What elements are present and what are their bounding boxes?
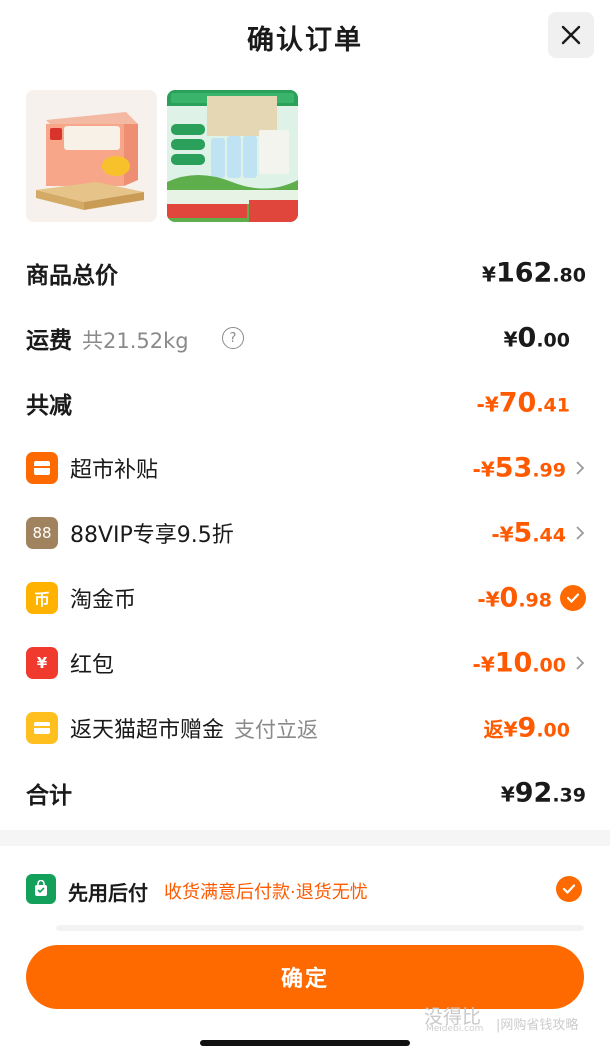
total-amount: ¥92.39 (500, 777, 586, 809)
goods-total-label: 商品总价 (26, 263, 118, 289)
shipping-weight: 共21.52kg (82, 329, 189, 353)
product-thumbnail[interactable] (167, 90, 298, 222)
red-packet-icon: ¥ (26, 647, 58, 679)
shopping-bag-check-icon (26, 874, 56, 904)
pay-later-title: 先用后付 (68, 881, 148, 905)
section-divider (0, 830, 610, 846)
discount-amount: -¥53.99 (472, 452, 566, 484)
close-icon (561, 25, 581, 45)
shipping-label: 运费 共21.52kg (26, 328, 189, 354)
discount-row-red-packet[interactable]: ¥ 红包 -¥10.00 (26, 638, 586, 688)
pay-later-row[interactable]: 先用后付 收货满意后付款·退货无忧 (26, 868, 586, 910)
total-row: 合计 ¥92.39 (26, 768, 586, 818)
shipping-amount: ¥0.00 (503, 322, 570, 354)
vip-88-icon: 88 (26, 517, 58, 549)
checkbox-checked-icon[interactable] (556, 876, 582, 902)
watermark-site: Meidebi.com (426, 1024, 484, 1034)
discount-amount: -¥0.98 (477, 582, 552, 614)
discount-amount: -¥5.44 (491, 517, 566, 549)
wafer-product-image (26, 90, 157, 222)
confirm-button[interactable]: 确定 (26, 945, 584, 1009)
discount-label: 红包 (70, 653, 115, 678)
chevron-right-icon (576, 526, 585, 540)
total-label: 合计 (26, 783, 72, 809)
discount-amount: -¥10.00 (472, 647, 566, 679)
header: 确认订单 (0, 0, 610, 78)
cashback-note: 支付立返 (234, 718, 319, 742)
rice-product-image (167, 90, 298, 222)
checkbox-checked-icon[interactable] (560, 585, 586, 611)
gift-card-icon (26, 712, 58, 744)
discount-label: 返天猫超市赠金 支付立返 (70, 718, 319, 743)
store-icon (26, 452, 58, 484)
pay-later-desc: 收货满意后付款·退货无忧 (164, 882, 368, 903)
discount-row-cashback: 返天猫超市赠金 支付立返 返¥9.00 (26, 703, 586, 753)
chevron-right-icon (576, 461, 585, 475)
page-title: 确认订单 (247, 25, 363, 56)
goods-total-amount: ¥162.80 (482, 257, 586, 289)
help-icon[interactable]: ? (222, 327, 244, 349)
section-divider (56, 925, 584, 931)
discount-row-supermarket-subsidy[interactable]: 超市补贴 -¥53.99 (26, 443, 586, 493)
total-discount-row: 共减 -¥70.41 (26, 378, 586, 428)
discount-row-taojinbi[interactable]: 币 淘金币 -¥0.98 (26, 573, 586, 623)
discount-label: 88VIP专享9.5折 (70, 523, 234, 548)
coin-icon: 币 (26, 582, 58, 614)
total-discount-amount: -¥70.41 (476, 387, 570, 419)
watermark-secondary: |网购省钱攻略 (496, 1018, 579, 1033)
chevron-right-icon (576, 656, 585, 670)
home-indicator (200, 1040, 410, 1046)
product-thumbnail[interactable] (26, 90, 157, 222)
discount-label: 淘金币 (70, 588, 137, 613)
total-discount-label: 共减 (26, 393, 72, 419)
discount-label: 超市补贴 (70, 458, 159, 483)
discount-row-88vip[interactable]: 88 88VIP专享9.5折 -¥5.44 (26, 508, 586, 558)
close-button[interactable] (548, 12, 594, 58)
cashback-amount: 返¥9.00 (483, 712, 570, 744)
goods-total-row: 商品总价 ¥162.80 (26, 248, 586, 298)
shipping-row: 运费 共21.52kg ? ¥0.00 (26, 313, 586, 363)
